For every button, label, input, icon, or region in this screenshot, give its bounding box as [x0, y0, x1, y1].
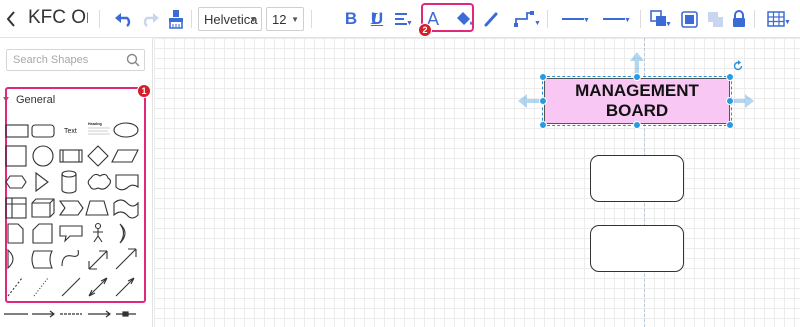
align-icon[interactable]: ▼ — [391, 0, 413, 38]
shapes-sidebar: General 1 — [0, 38, 153, 327]
fill-color-icon[interactable] — [454, 0, 474, 38]
dashed-line-shape — [7, 277, 23, 297]
font-family-select[interactable]: Helvetica ▼ — [198, 7, 262, 31]
right-arrow-icon[interactable] — [732, 94, 754, 108]
note-shape — [7, 223, 24, 244]
lock-icon[interactable] — [730, 0, 748, 38]
resize-handle[interactable] — [539, 121, 547, 129]
stored-data-shape — [31, 250, 53, 269]
diagram-editor: KFC Org Helvetica ▼ 12 ▼ B I U ▼ — [0, 0, 800, 327]
curve-shape — [61, 249, 79, 267]
triangle-shape — [35, 171, 49, 193]
org-node-1[interactable] — [590, 155, 684, 202]
diamond-shape — [87, 145, 109, 167]
line-width-select[interactable]: ▼ — [597, 0, 631, 38]
arrange-icon[interactable]: ▼ — [648, 0, 672, 38]
document-shape — [115, 174, 139, 191]
bold-button[interactable]: B — [342, 0, 360, 38]
search-box — [6, 49, 145, 71]
font-size-select[interactable]: 12 ▼ — [266, 7, 304, 31]
org-node-2[interactable] — [590, 225, 684, 272]
chevron-down-icon: ▼ — [249, 15, 257, 24]
dotted-line-shape — [33, 277, 49, 297]
search-input[interactable] — [7, 50, 122, 70]
square-shape — [5, 145, 27, 167]
line-style-select[interactable]: ▼ — [556, 0, 590, 38]
or-shape — [119, 223, 126, 244]
tape-shape — [113, 199, 139, 219]
cylinder-shape — [61, 170, 77, 178]
line-color-icon[interactable] — [481, 0, 501, 38]
resize-handle[interactable] — [539, 97, 547, 105]
rotate-icon[interactable] — [732, 60, 744, 72]
cube-shape — [31, 198, 55, 218]
resize-handle[interactable] — [726, 121, 734, 129]
resize-handle[interactable] — [633, 73, 641, 81]
bidirectional-arrow-shape — [88, 250, 108, 270]
arrow-line-shape — [115, 277, 135, 297]
diagram-canvas[interactable]: MANAGEMENT BOARD — [154, 38, 800, 327]
internal-storage-shape — [5, 197, 27, 219]
back-icon[interactable] — [2, 0, 20, 38]
ungroup-icon[interactable] — [705, 0, 725, 38]
text-shape: Text — [64, 128, 77, 135]
arrow-shape — [115, 248, 137, 270]
line-shape — [61, 277, 81, 297]
resize-handle[interactable] — [726, 97, 734, 105]
double-arrow-line-shape — [88, 277, 108, 297]
data-shape — [7, 248, 14, 270]
line-shapes-row — [4, 310, 136, 318]
annotation-badge-2: 2 — [418, 23, 432, 37]
chevron-down-icon: ▼ — [291, 15, 299, 24]
redo-icon[interactable] — [139, 0, 161, 38]
group-icon[interactable] — [679, 0, 699, 38]
cloud-shape — [87, 173, 112, 190]
resize-handle[interactable] — [539, 73, 547, 81]
ellipse-shape — [113, 122, 139, 138]
annotation-badge-1: 1 — [137, 84, 151, 98]
rectangle-shape — [5, 124, 29, 138]
table-icon[interactable]: ▼ — [762, 0, 791, 38]
connector-style-icon[interactable]: ▼ — [509, 0, 541, 38]
actor-shape — [94, 222, 102, 230]
selection-box — [542, 76, 732, 126]
circle-shape — [32, 145, 54, 167]
heading-shape: Heading — [88, 122, 102, 126]
trapezoid-shape — [85, 200, 109, 216]
parallelogram-shape — [111, 149, 139, 163]
undo-icon[interactable] — [113, 0, 135, 38]
step-shape — [58, 200, 84, 216]
font-size-value: 12 — [272, 11, 287, 27]
resize-handle[interactable] — [726, 73, 734, 81]
format-painter-icon[interactable] — [165, 0, 187, 38]
rounded-rectangle-shape — [31, 124, 55, 138]
search-icon[interactable] — [126, 53, 140, 72]
resize-handle[interactable] — [633, 121, 641, 129]
document-title[interactable]: KFC Org — [28, 6, 88, 30]
callout-shape — [59, 225, 83, 243]
card-shape — [32, 223, 53, 244]
toolbar: KFC Org Helvetica ▼ 12 ▼ B I U ▼ — [0, 0, 800, 38]
up-arrow-icon[interactable] — [630, 52, 644, 74]
general-shapes-grid: Text Heading — [5, 122, 139, 297]
hexagon-shape — [5, 175, 27, 189]
underline-button[interactable]: U — [368, 0, 386, 38]
left-arrow-icon[interactable] — [518, 94, 540, 108]
